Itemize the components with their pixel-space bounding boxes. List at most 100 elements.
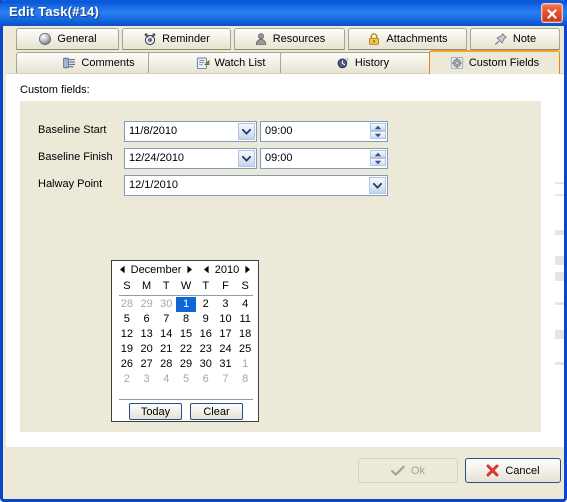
- calendar-day[interactable]: 8: [235, 372, 255, 387]
- calendar-day[interactable]: 14: [156, 327, 176, 342]
- calendar-day[interactable]: 2: [196, 297, 216, 312]
- calendar-day[interactable]: 3: [216, 297, 236, 312]
- baseline-start-date-dropdown-button[interactable]: [238, 123, 255, 140]
- calendar-day[interactable]: 29: [176, 357, 196, 372]
- tab-general[interactable]: General: [16, 28, 119, 50]
- calendar-day[interactable]: 17: [216, 327, 236, 342]
- calendar-month-label[interactable]: December: [130, 264, 182, 276]
- calendar-week-row: 5 6 7 8 9 10 11: [117, 312, 255, 327]
- calendar-day[interactable]: 4: [156, 372, 176, 387]
- triangle-down-icon: [374, 133, 382, 138]
- calendar-day[interactable]: 5: [117, 312, 137, 327]
- baseline-finish-date-dropdown-button[interactable]: [238, 150, 255, 167]
- baseline-start-date-combo[interactable]: 11/8/2010: [124, 121, 257, 142]
- calendar-day[interactable]: 20: [137, 342, 157, 357]
- calendar-day[interactable]: 26: [117, 357, 137, 372]
- baseline-finish-label: Baseline Finish: [38, 151, 113, 163]
- custom-fields-panel: Custom fields: Baseline Start 11/8/2010 …: [6, 73, 564, 446]
- chevron-down-icon: [242, 129, 251, 135]
- baseline-start-time-up-button[interactable]: [370, 123, 386, 131]
- calendar-day[interactable]: 18: [235, 327, 255, 342]
- calendar-day[interactable]: 29: [137, 297, 157, 312]
- calendar-day[interactable]: 4: [235, 297, 255, 312]
- calendar-day[interactable]: 6: [196, 372, 216, 387]
- window-title: Edit Task(#14): [9, 4, 99, 19]
- capture-artifact: [555, 272, 564, 281]
- calendar-day[interactable]: 7: [156, 312, 176, 327]
- tab-custom-fields[interactable]: Custom Fields: [429, 50, 560, 74]
- calendar-year-label[interactable]: 2010: [214, 264, 240, 276]
- baseline-start-time-stepper[interactable]: [370, 123, 386, 140]
- ok-button[interactable]: Ok: [358, 458, 458, 483]
- baseline-start-time-spinbox[interactable]: 09:00: [260, 121, 388, 142]
- calendar-day[interactable]: 10: [216, 312, 236, 327]
- calendar-day[interactable]: 23: [196, 342, 216, 357]
- calendar-clear-button[interactable]: Clear: [190, 403, 243, 420]
- calendar-day[interactable]: 6: [137, 312, 157, 327]
- calendar-day[interactable]: 15: [176, 327, 196, 342]
- baseline-finish-time-down-button[interactable]: [370, 158, 386, 166]
- halway-point-label: Halway Point: [38, 178, 103, 190]
- calendar-day[interactable]: 13: [137, 327, 157, 342]
- day-header: T: [202, 280, 210, 292]
- prev-year-button[interactable]: [203, 265, 210, 276]
- alarm-clock-icon: [143, 32, 157, 46]
- calendar-day[interactable]: 31: [216, 357, 236, 372]
- calendar-today-button[interactable]: Today: [129, 403, 182, 420]
- baseline-start-label: Baseline Start: [38, 124, 107, 136]
- ok-button-label: Ok: [410, 464, 426, 477]
- baseline-finish-time-up-button[interactable]: [370, 150, 386, 158]
- tab-note[interactable]: Note: [470, 28, 560, 50]
- baseline-start-time-down-button[interactable]: [370, 131, 386, 139]
- tab-resources[interactable]: Resources: [234, 28, 345, 50]
- tab-reminder[interactable]: Reminder: [122, 28, 231, 50]
- date-picker-popup[interactable]: December 2010 S M T W T F S 28 29 30 1 2…: [111, 260, 259, 422]
- tab-history[interactable]: History: [280, 52, 445, 74]
- baseline-finish-time-spinbox[interactable]: 09:00: [260, 148, 388, 169]
- calendar-day[interactable]: 24: [216, 342, 236, 357]
- baseline-finish-date-combo[interactable]: 12/24/2010: [124, 148, 257, 169]
- day-header: S: [123, 280, 131, 292]
- calendar-day[interactable]: 8: [176, 312, 196, 327]
- next-year-button[interactable]: [244, 265, 251, 276]
- calendar-day[interactable]: 25: [235, 342, 255, 357]
- person-icon: [254, 32, 268, 46]
- calendar-day[interactable]: 1: [235, 357, 255, 372]
- close-button[interactable]: [541, 3, 563, 23]
- calendar-day[interactable]: 3: [137, 372, 157, 387]
- calendar-day[interactable]: 9: [196, 312, 216, 327]
- calendar-day-selected[interactable]: 1: [176, 297, 196, 312]
- calendar-day[interactable]: 16: [196, 327, 216, 342]
- calendar-day[interactable]: 30: [196, 357, 216, 372]
- calendar-week-row: 26 27 28 29 30 31 1: [117, 357, 255, 372]
- calendar-day[interactable]: 12: [117, 327, 137, 342]
- cancel-button[interactable]: Cancel: [465, 458, 561, 483]
- calendar-day[interactable]: 2: [117, 372, 137, 387]
- calendar-day[interactable]: 19: [117, 342, 137, 357]
- calendar-day[interactable]: 21: [156, 342, 176, 357]
- calendar-day[interactable]: 28: [117, 297, 137, 312]
- chevron-down-icon: [373, 183, 382, 189]
- halway-point-date-combo[interactable]: 12/1/2010: [124, 175, 388, 196]
- prev-month-button[interactable]: [119, 265, 126, 276]
- calendar-day[interactable]: 28: [156, 357, 176, 372]
- next-month-button[interactable]: [186, 265, 193, 276]
- triangle-right-icon: [245, 265, 250, 273]
- check-icon: [391, 465, 405, 476]
- day-header: W: [180, 280, 192, 292]
- calendar-day[interactable]: 5: [176, 372, 196, 387]
- calendar-grid: 28 29 30 1 2 3 4 5 6 7 8 9 10 11 12 13 1…: [117, 297, 255, 387]
- calendar-day[interactable]: 11: [235, 312, 255, 327]
- title-bar[interactable]: Edit Task(#14): [0, 0, 567, 26]
- calendar-day[interactable]: 30: [156, 297, 176, 312]
- halway-point-date-dropdown-button[interactable]: [369, 177, 386, 194]
- tab-attachments[interactable]: Attachments: [348, 28, 467, 50]
- calendar-header-divider: [119, 295, 253, 296]
- calendar-day[interactable]: 22: [176, 342, 196, 357]
- triangle-down-icon: [374, 160, 382, 165]
- baseline-finish-time-stepper[interactable]: [370, 150, 386, 167]
- calendar-day[interactable]: 27: [137, 357, 157, 372]
- tab-attachments-label: Attachments: [386, 33, 448, 45]
- calendar-day[interactable]: 7: [216, 372, 236, 387]
- triangle-up-icon: [374, 125, 382, 130]
